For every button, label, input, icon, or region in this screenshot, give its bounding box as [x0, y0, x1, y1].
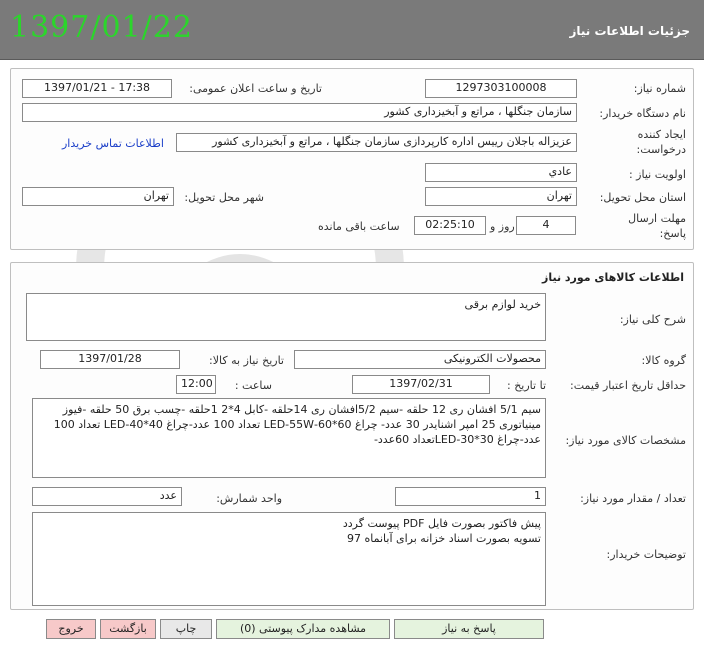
- buyer-notes-label: توضیحات خریدار:: [606, 548, 687, 561]
- price-validity-label: حداقل تاریخ اعتبار قیمت:: [570, 379, 686, 392]
- summary-label: شرح کلی نیاز:: [619, 313, 686, 326]
- city-label: شهر محل تحویل:: [184, 191, 264, 204]
- quantity-label: تعداد / مقدار مورد نیاز:: [580, 492, 686, 505]
- province-field: تهران: [425, 187, 577, 206]
- announce-datetime-label: تاریخ و ساعت اعلان عمومی:: [189, 82, 322, 95]
- announce-datetime-field: 1397/01/21 - 17:38: [22, 79, 172, 98]
- buyer-contact-link[interactable]: اطلاعات تماس خریدار: [62, 137, 164, 150]
- need-date-field: 1397/01/28: [40, 350, 180, 369]
- unit-label: واحد شمارش:: [216, 492, 282, 505]
- back-button[interactable]: بازگشت: [100, 619, 156, 639]
- validity-until-label: تا تاریخ :: [507, 379, 546, 392]
- need-number-field: 1297303100008: [425, 79, 577, 98]
- priority-field: عادي: [425, 163, 577, 182]
- city-field: تهران: [22, 187, 174, 206]
- specs-label: مشخصات کالای مورد نیاز:: [565, 434, 686, 447]
- need-date-label: تاریخ نیاز به کالا:: [209, 354, 284, 367]
- requester-label-line1: ایجاد کننده: [637, 128, 686, 141]
- deadline-time-field: 02:25:10: [414, 216, 486, 235]
- buyer-org-field: سازمان جنگلها ، مراتع و آبخیزداری کشور: [22, 103, 577, 122]
- deadline-label-line2: پاسخ:: [659, 227, 686, 240]
- validity-date-field: 1397/02/31: [352, 375, 490, 394]
- exit-button[interactable]: خروج: [46, 619, 96, 639]
- need-number-label: شماره نیاز:: [633, 82, 686, 95]
- summary-field: خرید لوازم برقی: [26, 293, 546, 341]
- reply-to-need-button[interactable]: پاسخ به نیاز: [394, 619, 544, 639]
- requester-label-line2: درخواست:: [636, 143, 686, 156]
- requester-field: عزیزاله باجلان رییس اداره کارپردازی سازم…: [176, 133, 577, 152]
- deadline-days-field: 4: [516, 216, 576, 235]
- unit-field: عدد: [32, 487, 182, 506]
- validity-time-field: 12:00: [176, 375, 216, 394]
- view-attachments-button[interactable]: مشاهده مدارک پیوستی (0): [216, 619, 390, 639]
- goods-group-field: محصولات الکترونیکی: [294, 350, 546, 369]
- specs-field: سیم 5/1 افشان ری 12 حلقه -سیم 5/2افشان ر…: [32, 398, 546, 478]
- buyer-org-label: نام دستگاه خریدار:: [599, 107, 686, 120]
- goods-section-title: اطلاعات کالاهای مورد نیاز: [542, 271, 684, 284]
- priority-label: اولویت نیاز :: [628, 168, 686, 181]
- buyer-notes-field: پیش فاکتور بصورت فایل PDF پیوست گردد تسو…: [32, 512, 546, 606]
- goods-group-label: گروه کالا:: [641, 354, 686, 367]
- page-title: جزئیات اطلاعات نیاز: [569, 24, 690, 38]
- quantity-field: 1: [395, 487, 546, 506]
- province-label: استان محل تحویل:: [599, 191, 686, 204]
- deadline-label-line1: مهلت ارسال: [628, 212, 686, 225]
- deadline-time-label: ساعت باقی مانده: [318, 220, 400, 233]
- print-button[interactable]: چاپ: [160, 619, 212, 639]
- deadline-days-label: روز و: [490, 220, 515, 233]
- validity-time-label: ساعت :: [234, 379, 272, 392]
- header-date: 1397/01/22: [10, 10, 193, 45]
